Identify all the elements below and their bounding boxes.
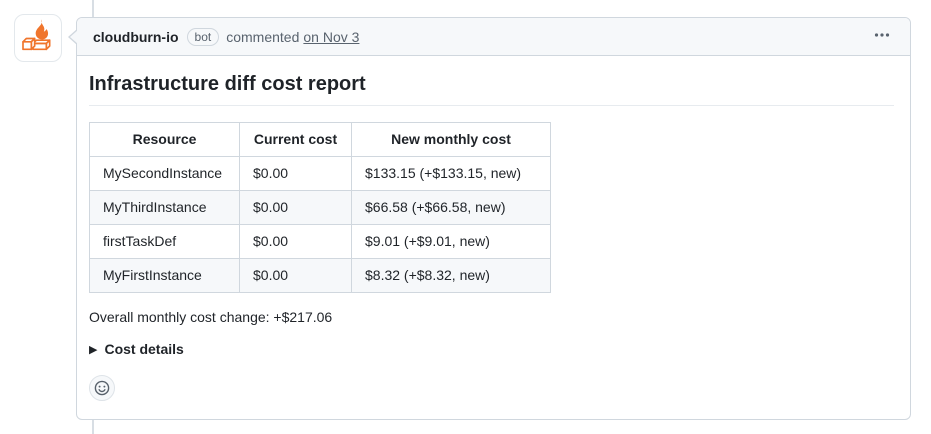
cell-current-cost: $0.00 [240,225,352,259]
commented-text: commented [226,29,299,45]
kebab-horizontal-icon [874,27,890,46]
cost-details-label: Cost details [104,341,183,357]
cell-resource: MyFirstInstance [90,259,240,293]
cloudburn-logo-icon [18,16,58,61]
cost-table: Resource Current cost New monthly cost M… [89,122,551,293]
add-reaction-button[interactable] [89,375,115,401]
details-caret-icon: ▶ [89,343,97,356]
overall-cost-change: Overall monthly cost change: +$217.06 [89,309,894,325]
cell-current-cost: $0.00 [240,191,352,225]
table-row: MyThirdInstance $0.00 $66.58 (+$66.58, n… [90,191,551,225]
table-row: MySecondInstance $0.00 $133.15 (+$133.15… [90,157,551,191]
col-header-resource: Resource [90,123,240,157]
col-header-new-monthly-cost: New monthly cost [352,123,551,157]
bot-badge: bot [187,28,220,46]
github-issue-comment-page: cloudburn-io bot commented on Nov 3 Infr… [0,0,931,434]
table-header-row: Resource Current cost New monthly cost [90,123,551,157]
cell-resource: MySecondInstance [90,157,240,191]
timeline-line [92,0,94,18]
cell-new-cost: $66.58 (+$66.58, new) [352,191,551,225]
author-login[interactable]: cloudburn-io [93,29,179,45]
timeline-line [92,420,94,434]
comment-body: Infrastructure diff cost report Resource… [77,56,910,413]
cell-new-cost: $133.15 (+$133.15, new) [352,157,551,191]
col-header-current-cost: Current cost [240,123,352,157]
comment-header: cloudburn-io bot commented on Nov 3 [77,18,910,56]
smiley-icon [94,380,110,396]
timestamp-link[interactable]: on Nov 3 [303,29,359,45]
cell-new-cost: $9.01 (+$9.01, new) [352,225,551,259]
table-row: MyFirstInstance $0.00 $8.32 (+$8.32, new… [90,259,551,293]
table-row: firstTaskDef $0.00 $9.01 (+$9.01, new) [90,225,551,259]
cell-resource: MyThirdInstance [90,191,240,225]
avatar[interactable] [14,14,62,62]
comment-card: cloudburn-io bot commented on Nov 3 Infr… [76,17,911,420]
kebab-menu-button[interactable] [868,24,896,50]
report-title: Infrastructure diff cost report [89,72,894,106]
cell-current-cost: $0.00 [240,259,352,293]
cell-new-cost: $8.32 (+$8.32, new) [352,259,551,293]
cell-resource: firstTaskDef [90,225,240,259]
cell-current-cost: $0.00 [240,157,352,191]
cost-details-toggle[interactable]: ▶ Cost details [89,341,894,357]
